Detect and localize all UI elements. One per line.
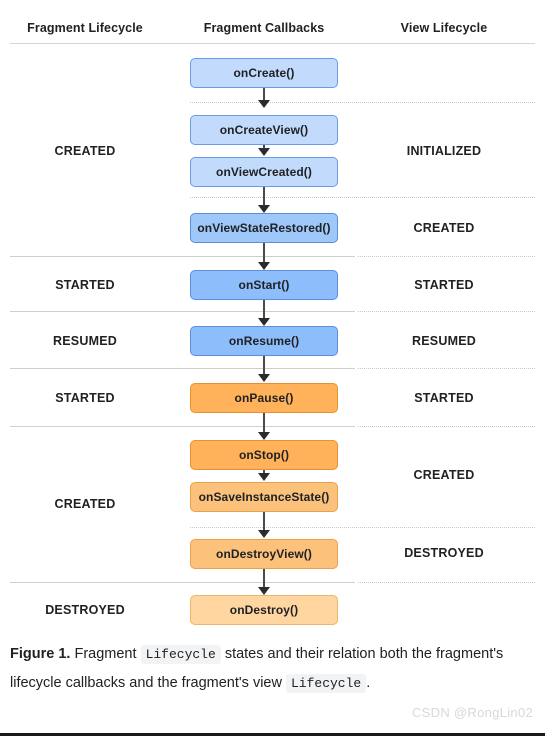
caption-code-lifecycle-1: Lifecycle: [140, 645, 221, 664]
divider-solid-before-ondestroy: [10, 582, 355, 583]
arrow-head-ondestroyview-to-ondestroy: [258, 587, 270, 595]
fragment-state-created-2: CREATED: [54, 497, 116, 511]
callback-box-ondestroy[interactable]: onDestroy(): [190, 595, 338, 625]
divider-solid-before-onpause: [10, 368, 355, 369]
view-state-initialized: INITIALIZED: [406, 144, 482, 158]
divider-solid-before-onstart: [10, 256, 355, 257]
caption-text-1: Fragment: [74, 646, 137, 662]
divider-dotted-after-oncreate: [190, 102, 535, 103]
caption-code-lifecycle-2: Lifecycle: [285, 674, 367, 693]
column-header-view-lifecycle: View Lifecycle: [400, 21, 488, 35]
column-header-fragment-lifecycle: Fragment Lifecycle: [27, 21, 143, 35]
callback-box-oncreateview[interactable]: onCreateView(): [190, 115, 338, 145]
view-state-created-2: CREATED: [413, 468, 475, 482]
callback-box-onviewcreated[interactable]: onViewCreated(): [190, 157, 338, 187]
fragment-state-started-2: STARTED: [55, 391, 115, 405]
divider-dotted-before-onstart: [358, 256, 535, 257]
view-state-created-1: CREATED: [413, 221, 475, 235]
fragment-state-destroyed: DESTROYED: [45, 603, 125, 617]
view-state-started-2: STARTED: [414, 391, 474, 405]
callback-box-onviewstaterestored[interactable]: onViewStateRestored(): [190, 213, 338, 243]
callback-box-onstop[interactable]: onStop(): [190, 440, 338, 470]
view-state-resumed: RESUMED: [412, 334, 476, 348]
arrow-head-oncreate-to-oncreateview: [258, 100, 270, 108]
column-header-fragment-callbacks: Fragment Callbacks: [203, 21, 325, 35]
caption-figure-label: Figure 1.: [10, 646, 71, 662]
view-state-started-1: STARTED: [414, 278, 474, 292]
csdn-watermark: CSDN @RongLin02: [411, 705, 533, 720]
divider-dotted-before-ondestroy: [358, 582, 535, 583]
divider-solid-before-onstop: [10, 426, 355, 427]
callback-box-onpause[interactable]: onPause(): [190, 383, 338, 413]
view-state-destroyed: DESTROYED: [404, 546, 484, 560]
caption-text-3: .: [366, 675, 371, 691]
fragment-lifecycle-diagram: Fragment Lifecycle Fragment Callbacks Vi…: [0, 0, 545, 636]
arrow-head-onpause-to-onstop: [258, 432, 270, 440]
arrow-head-onviewstaterestored-to-onstart: [258, 262, 270, 270]
arrow-head-onstop-to-onsaveinstancestate: [258, 473, 270, 481]
callback-box-onstart[interactable]: onStart(): [190, 270, 338, 300]
figure-caption: Figure 1. Fragment Lifecycle states and …: [10, 640, 530, 698]
divider-dotted-before-onpause: [358, 368, 535, 369]
fragment-state-resumed: RESUMED: [53, 334, 117, 348]
callback-box-oncreate[interactable]: onCreate(): [190, 58, 338, 88]
arrow-head-onresume-to-onpause: [258, 374, 270, 382]
arrow-head-onviewcreated-to-onviewstaterestored: [258, 205, 270, 213]
arrow-head-onstart-to-onresume: [258, 318, 270, 326]
arrow-head-oncreateview-to-onviewcreated: [258, 148, 270, 156]
callback-box-onsaveinstancestate[interactable]: onSaveInstanceState(): [190, 482, 338, 512]
divider-dotted-before-onresume: [358, 311, 535, 312]
callback-box-onresume[interactable]: onResume(): [190, 326, 338, 356]
divider-solid-before-onresume: [10, 311, 355, 312]
fragment-state-created-1: CREATED: [54, 144, 116, 158]
divider-dotted-after-onviewcreated: [190, 197, 535, 198]
divider-dotted-before-onstop: [358, 426, 535, 427]
divider-dotted-before-ondestroyview: [190, 527, 535, 528]
fragment-state-started-1: STARTED: [55, 278, 115, 292]
arrow-head-onsaveinstancestate-to-ondestroyview: [258, 530, 270, 538]
header-divider: [10, 43, 535, 44]
callback-box-ondestroyview[interactable]: onDestroyView(): [190, 539, 338, 569]
